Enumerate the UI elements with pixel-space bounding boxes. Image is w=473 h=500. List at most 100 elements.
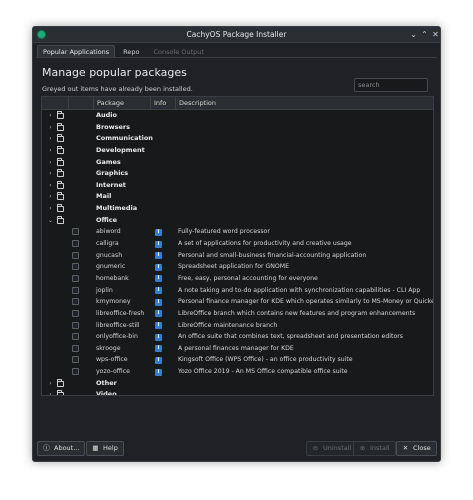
category-row[interactable]: › Development [42,145,433,157]
about-button[interactable]: ⓘ About... [37,441,86,456]
package-row[interactable]: calligra i A set of applications for produ… [42,238,433,250]
info-icon[interactable]: i [155,368,162,376]
package-row[interactable]: yozo-office i Yozo Office 2019 - An MS Off… [42,366,433,378]
package-name: yozo-office [96,368,130,376]
package-row[interactable]: libreoffice-still i LibreOffice maintenanc… [42,320,433,332]
category-label: Video [96,390,117,396]
info-icon[interactable]: i [155,263,162,271]
info-icon[interactable]: i [155,333,162,341]
package-row[interactable]: abiword i Fully-featured word processor [42,226,433,238]
chevron-right-icon[interactable]: › [47,391,54,395]
category-row[interactable]: › Communication [42,133,433,145]
chevron-right-icon[interactable]: › [47,170,54,178]
package-description: Personal finance manager for KDE which o… [178,298,434,306]
info-icon[interactable]: i [155,356,162,364]
package-checkbox[interactable] [72,263,79,271]
info-icon[interactable]: i [155,287,162,295]
package-checkbox[interactable] [72,228,79,236]
category-row[interactable]: › Other [42,378,433,390]
chevron-right-icon[interactable]: › [47,147,54,155]
info-icon[interactable]: i [155,310,162,318]
info-icon[interactable]: i [155,275,162,283]
category-row[interactable]: › Graphics [42,168,433,180]
title-bar[interactable]: CachyOS Package Installer ⌄ ⌃ ✕ [33,27,440,43]
package-description: A personal finances manager for KDE [178,344,294,352]
package-checkbox[interactable] [72,356,79,364]
package-row[interactable]: joplin i A note taking and to-do applicati… [42,285,433,297]
category-label: Other [96,378,117,387]
folder-icon [57,378,64,387]
info-icon[interactable]: i [155,252,162,260]
package-description: Kingsoft Office (WPS Office) - an office… [178,356,353,364]
package-description: LibreOffice branch which contains new fe… [178,309,416,317]
category-row[interactable]: › Video [42,389,433,396]
package-row[interactable]: skrooge i A personal finances manager for … [42,343,433,355]
info-icon[interactable]: i [155,298,162,306]
tab-console-output[interactable]: Console Output [147,45,209,57]
package-name: gnumeric [96,263,126,271]
window-menu-button[interactable]: ⌄ [408,29,419,40]
chevron-right-icon[interactable]: › [47,380,54,388]
close-button[interactable]: ✕ Close [396,441,437,456]
info-circle-icon: ⓘ [43,444,50,452]
column-header-package[interactable]: Package [93,97,150,110]
search-input[interactable] [354,78,428,92]
package-checkbox[interactable] [72,286,79,294]
install-button-label: Install [370,444,390,452]
info-icon[interactable]: i [155,240,162,248]
chevron-right-icon[interactable]: › [47,193,54,201]
tab-repo[interactable]: Repo [117,45,145,57]
folder-icon [57,204,64,213]
package-row[interactable]: homebank i Free, easy, personal accounting… [42,273,433,285]
package-name: wps-office [96,356,128,364]
package-checkbox[interactable] [72,368,79,376]
category-row[interactable]: › Multimedia [42,203,433,215]
window-close-button[interactable]: ✕ [430,29,441,40]
window-minimize-button[interactable]: ⌃ [419,29,430,40]
category-row[interactable]: › Games [42,157,433,169]
package-checkbox[interactable] [72,309,79,317]
info-icon[interactable]: i [155,345,162,353]
column-header-check[interactable] [68,97,93,110]
package-row[interactable]: gnucash i Personal and small-business fina… [42,250,433,262]
uninstall-button[interactable]: ⊖ Uninstall [306,441,358,456]
package-row[interactable]: wps-office i Kingsoft Office (WPS Office) … [42,354,433,366]
chevron-right-icon[interactable]: › [47,205,54,213]
package-checkbox[interactable] [72,298,79,306]
chevron-right-icon[interactable]: › [47,124,54,132]
chevron-right-icon[interactable]: › [47,182,54,190]
category-row[interactable]: ⌄ Office [42,215,433,227]
chevron-right-icon[interactable]: › [47,112,54,120]
package-tree[interactable]: Package Info Description › Audio › Browsers… [41,96,434,396]
category-row[interactable]: › Internet [42,180,433,192]
package-row[interactable]: libreoffice-fresh i LibreOffice branch whi… [42,308,433,320]
folder-icon [57,180,64,189]
category-row[interactable]: › Browsers [42,122,433,134]
chevron-down-icon[interactable]: ⌄ [47,217,54,225]
chevron-right-icon[interactable]: › [47,159,54,167]
column-header-description[interactable]: Description [175,97,433,110]
help-button[interactable]: ▦ Help [86,441,124,456]
category-row[interactable]: › Mail [42,191,433,203]
tab-popular-applications[interactable]: Popular Applications [37,45,116,57]
package-checkbox[interactable] [72,240,79,248]
folder-icon [57,157,64,166]
info-icon[interactable]: i [155,228,162,236]
package-checkbox[interactable] [72,251,79,259]
folder-icon [57,111,64,119]
category-label: Communication [96,134,153,143]
package-checkbox[interactable] [72,274,79,282]
package-row[interactable]: gnumeric i Spreadsheet application for GNO… [42,261,433,273]
column-header-info[interactable]: Info [150,97,175,110]
package-row[interactable]: onlyoffice-bin i An office suite that comb… [42,331,433,343]
install-button[interactable]: ⊕ Install [353,441,396,456]
category-row[interactable]: › Audio [42,110,433,122]
category-label: Multimedia [96,204,138,213]
package-checkbox[interactable] [72,344,79,352]
package-row[interactable]: kmymoney i Personal finance manager for KD… [42,296,433,308]
package-checkbox[interactable] [72,321,79,329]
package-checkbox[interactable] [72,333,79,341]
chevron-right-icon[interactable]: › [47,135,54,143]
column-header-expand[interactable] [42,97,54,110]
info-icon[interactable]: i [155,322,162,330]
